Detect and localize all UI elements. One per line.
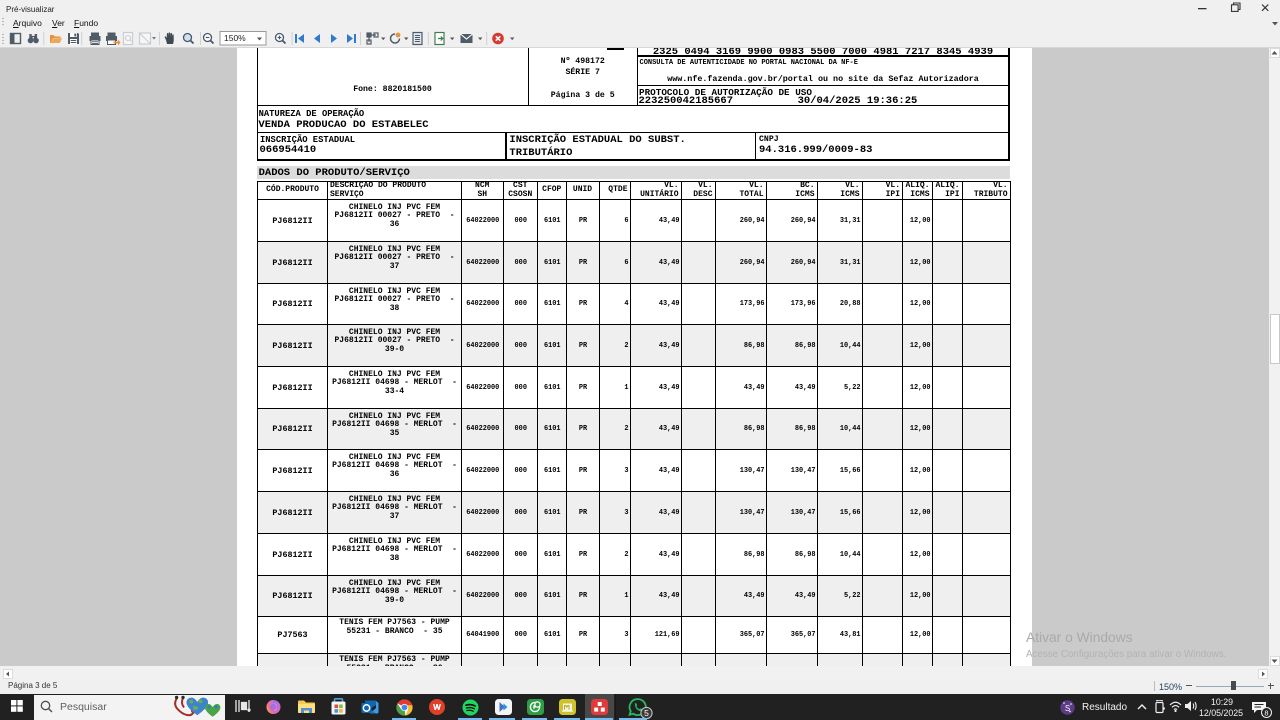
- svg-text:150%: 150%: [224, 33, 246, 43]
- svg-text:8: 8: [1264, 708, 1268, 717]
- svg-text:5: 5: [644, 708, 649, 718]
